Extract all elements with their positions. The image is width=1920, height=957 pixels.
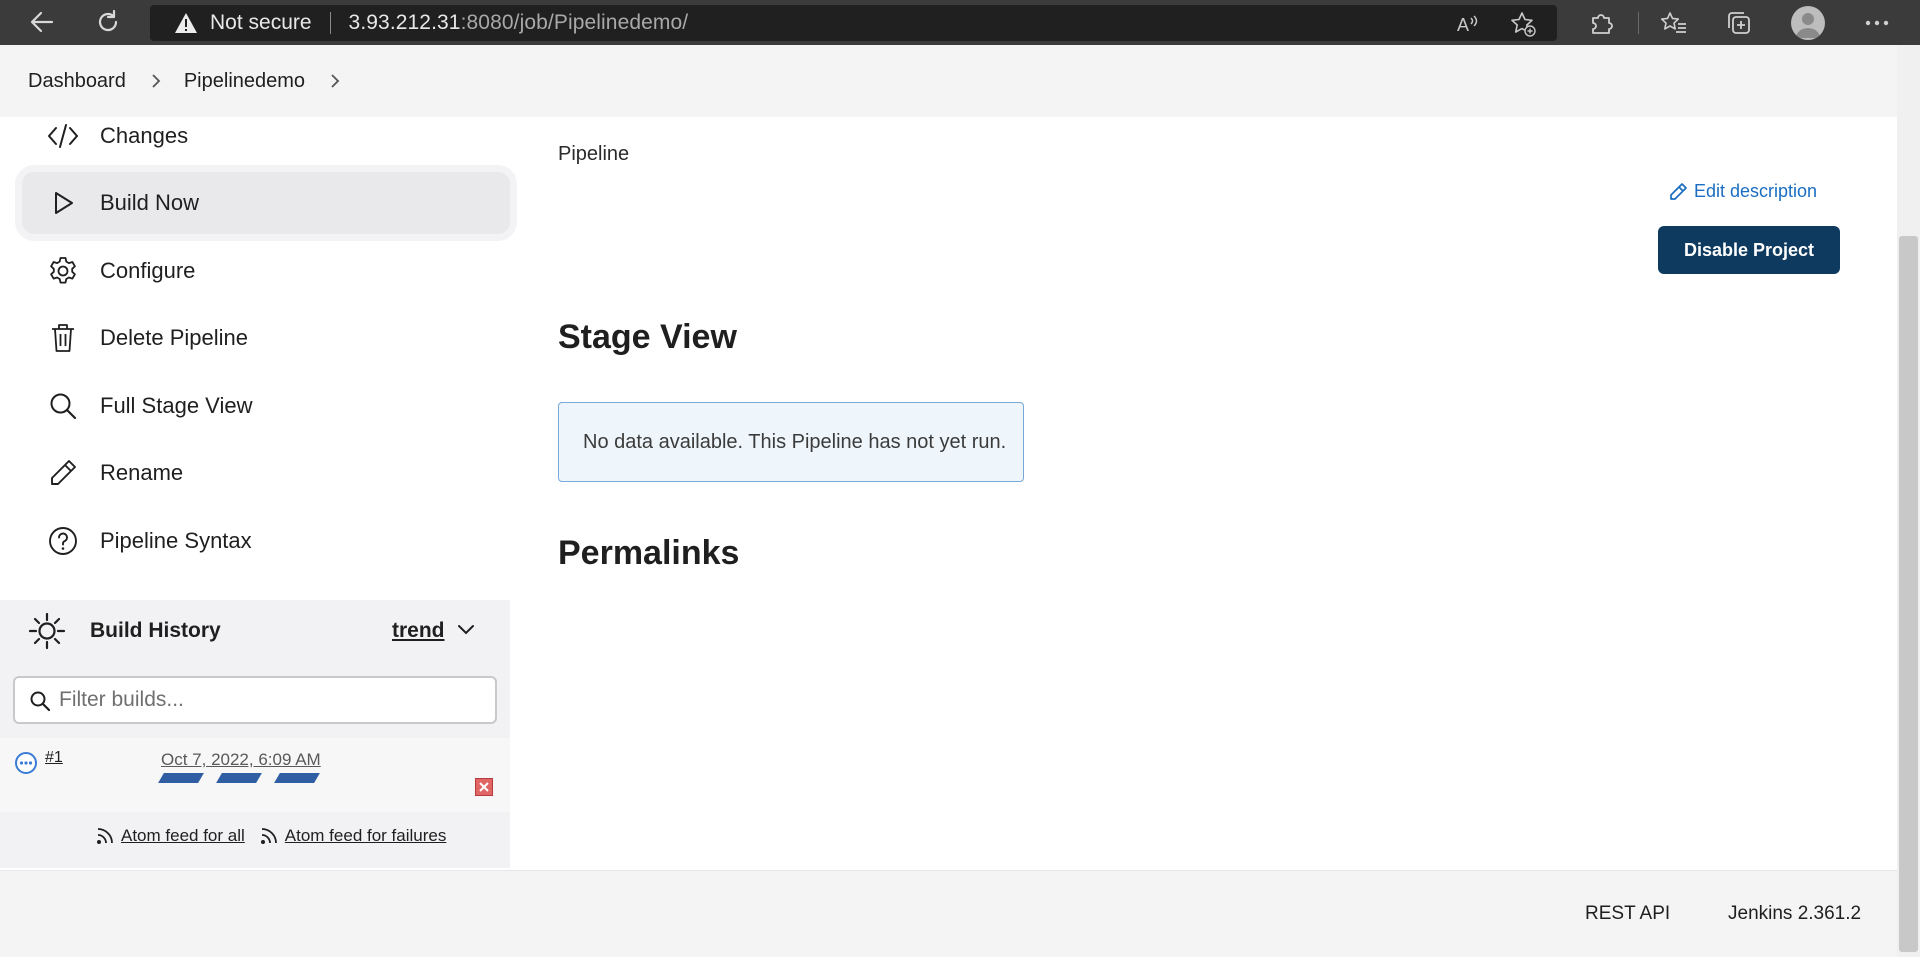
profile-avatar[interactable] (1791, 6, 1825, 40)
code-icon (47, 120, 79, 152)
warning-icon (175, 13, 197, 33)
build-date-link[interactable]: Oct 7, 2022, 6:09 AM (161, 750, 321, 770)
sidebar-item-label: Configure (100, 258, 196, 283)
add-favorite-button[interactable] (1510, 11, 1536, 37)
disable-project-button[interactable]: Disable Project (1658, 226, 1840, 274)
edit-description-label: Edit description (1694, 181, 1818, 201)
sidebar-item-full-stage-view[interactable]: Full Stage View (22, 375, 510, 437)
sidebar-item-label: Delete Pipeline (100, 325, 248, 350)
build-progress-bar (158, 773, 320, 783)
build-number-link[interactable]: #1 (45, 749, 63, 767)
rss-icon (95, 826, 115, 846)
breadcrumb-dashboard[interactable]: Dashboard (28, 70, 126, 93)
play-icon (47, 187, 79, 219)
sidebar-item-build-now[interactable]: Build Now (22, 172, 510, 234)
chevron-right-icon[interactable] (150, 73, 162, 89)
close-icon (479, 782, 489, 792)
refresh-icon (98, 9, 118, 32)
build-history-header: Build History trend (0, 600, 510, 662)
sidebar-item-label: Build Now (100, 190, 200, 215)
address-bar[interactable]: Not secure 3.93.212.31:8080/job/Pipeline… (150, 5, 1557, 41)
sidebar-item-label: Changes (100, 123, 189, 148)
filter-builds-field[interactable] (13, 676, 497, 724)
collections-button[interactable] (1725, 8, 1755, 38)
url-text[interactable]: 3.93.212.31:8080/job/Pipelinedemo/ (349, 11, 689, 35)
stage-view-message-text: No data available. This Pipeline has not… (583, 430, 1007, 453)
page-footer: REST API Jenkins 2.361.2 (0, 870, 1897, 957)
edit-description-link[interactable]: Edit description (1668, 181, 1817, 202)
progress-segment (216, 773, 262, 783)
url-host: 3.93.212.31 (348, 11, 461, 34)
stage-view-heading: Stage View (558, 318, 737, 356)
atom-feed-failures-link[interactable]: Atom feed for failures (285, 826, 447, 846)
chevron-down-icon[interactable] (456, 620, 476, 640)
in-progress-icon (14, 751, 38, 775)
svg-text:A: A (1457, 15, 1469, 35)
atom-feeds: Atom feed for all Atom feed for failures (95, 826, 446, 846)
search-icon (47, 390, 79, 422)
back-button[interactable] (22, 2, 62, 42)
breadcrumb-pipelinedemo[interactable]: Pipelinedemo (184, 70, 305, 93)
help-icon (47, 525, 79, 557)
reload-button[interactable] (88, 2, 128, 42)
pencil-icon (47, 457, 79, 489)
jenkins-version-link[interactable]: Jenkins 2.361.2 (1728, 903, 1861, 925)
read-aloud-icon: A (1457, 15, 1478, 35)
pencil-icon (1670, 182, 1687, 200)
build-history-title: Build History (90, 619, 221, 642)
security-label: Not secure (210, 11, 312, 34)
more-menu-button[interactable] (1862, 8, 1892, 38)
toolbar-divider (1638, 12, 1639, 34)
filter-builds-input[interactable] (59, 688, 479, 712)
project-description: Pipeline (558, 143, 630, 165)
sidebar-item-delete-pipeline[interactable]: Delete Pipeline (22, 307, 510, 369)
favorites-icon (1660, 12, 1686, 33)
collections-icon (1728, 12, 1750, 34)
sidebar-item-rename[interactable]: Rename (22, 442, 510, 504)
trash-icon (47, 322, 79, 354)
build-history-icon (28, 612, 66, 650)
read-aloud-button[interactable]: A (1456, 11, 1482, 37)
chevron-right-icon[interactable] (329, 73, 341, 89)
sidebar-item-label: Rename (100, 460, 184, 485)
favorites-button[interactable] (1659, 8, 1689, 38)
atom-feed-all-link[interactable]: Atom feed for all (121, 826, 245, 846)
user-icon (1796, 13, 1820, 38)
stage-view-empty-message: No data available. This Pipeline has not… (558, 402, 1024, 482)
search-icon (29, 690, 51, 712)
url-path: :8080/job/Pipelinedemo/ (460, 11, 689, 34)
back-arrow-icon (30, 11, 54, 33)
extensions-button[interactable] (1586, 8, 1616, 38)
sidebar-item-changes[interactable]: Changes (22, 105, 510, 167)
progress-segment (158, 773, 204, 783)
puzzle-icon (1592, 14, 1613, 34)
trend-link[interactable]: trend (392, 619, 445, 643)
browser-toolbar: Not secure 3.93.212.31:8080/job/Pipeline… (0, 0, 1920, 45)
sidebar-item-pipeline-syntax[interactable]: Pipeline Syntax (22, 510, 510, 572)
more-icon (1865, 20, 1889, 26)
sidebar-item-configure[interactable]: Configure (22, 240, 510, 302)
rss-icon (259, 826, 279, 846)
scrollbar-thumb[interactable] (1899, 236, 1918, 952)
gear-icon (47, 255, 79, 287)
build-row: #1 Oct 7, 2022, 6:09 AM (0, 738, 510, 812)
address-divider (329, 12, 331, 34)
permalinks-heading: Permalinks (558, 534, 740, 572)
sidebar-item-label: Full Stage View (100, 393, 253, 418)
rest-api-link[interactable]: REST API (1585, 903, 1670, 925)
sidebar-item-label: Pipeline Syntax (100, 528, 252, 553)
cancel-build-button[interactable] (475, 778, 493, 796)
star-add-icon (1511, 12, 1536, 37)
progress-segment (274, 773, 320, 783)
security-indicator[interactable]: Not secure (174, 11, 312, 35)
